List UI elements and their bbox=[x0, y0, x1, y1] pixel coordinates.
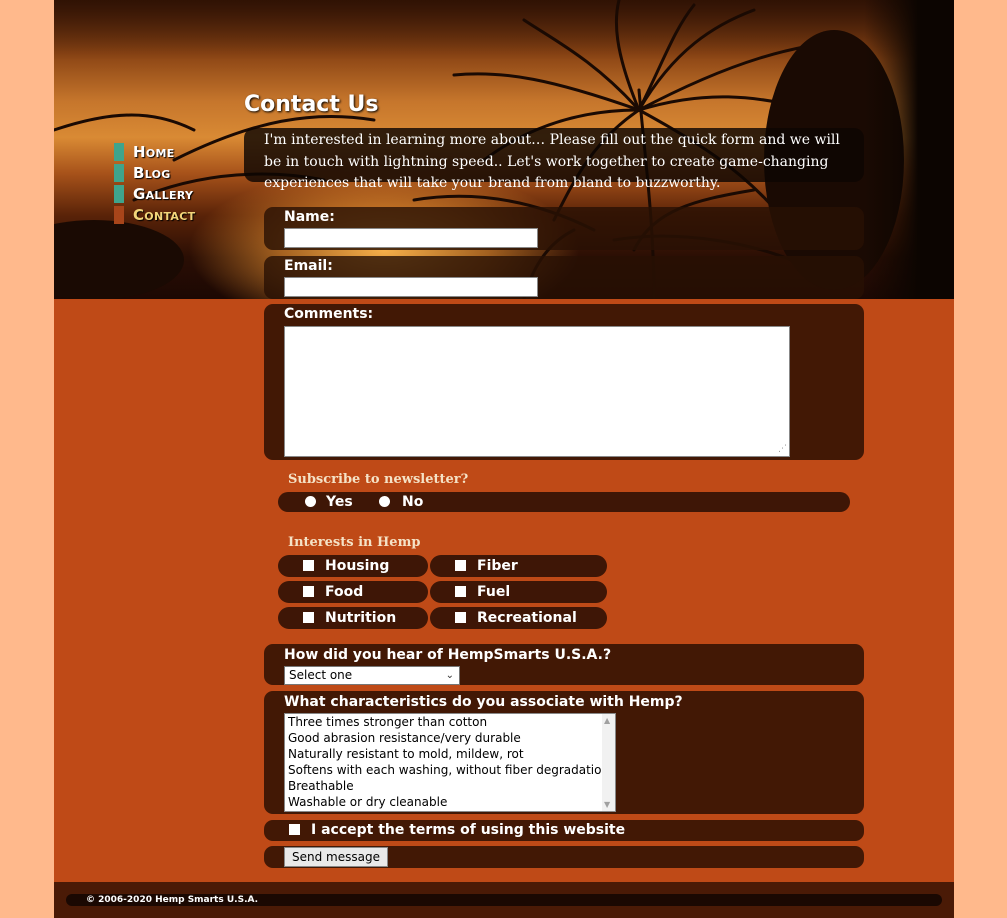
email-input[interactable] bbox=[284, 277, 538, 297]
main-navigation: Home Blog Gallery Contact bbox=[114, 143, 234, 227]
comments-field-group: Comments: ⋰ bbox=[264, 304, 864, 460]
interest-fiber-checkbox[interactable] bbox=[455, 560, 466, 571]
newsletter-yes-label: Yes bbox=[326, 494, 353, 510]
email-label: Email: bbox=[284, 258, 333, 274]
hear-label: How did you hear of HempSmarts U.S.A.? bbox=[284, 647, 612, 663]
email-field-group: Email: bbox=[264, 256, 864, 299]
interests-label: Interests in Hemp bbox=[288, 535, 421, 550]
nav-label: Contact bbox=[133, 206, 196, 224]
chevron-down-icon: ⌄ bbox=[445, 670, 454, 681]
list-item[interactable]: Naturally resistant to mold, mildew, rot bbox=[285, 746, 615, 762]
name-input[interactable] bbox=[284, 228, 538, 248]
nav-label: Gallery bbox=[133, 185, 194, 203]
nav-marker bbox=[114, 206, 124, 224]
newsletter-no-label: No bbox=[402, 494, 424, 510]
interest-fiber: Fiber bbox=[430, 555, 607, 577]
listbox-scrollbar[interactable]: ▲ ▼ bbox=[602, 714, 615, 811]
nav-item-contact[interactable]: Contact bbox=[114, 206, 234, 224]
interest-food-label: Food bbox=[325, 584, 364, 600]
nav-item-gallery[interactable]: Gallery bbox=[114, 185, 234, 203]
send-message-button[interactable]: Send message bbox=[284, 847, 388, 867]
submit-group: Send message bbox=[264, 846, 864, 868]
comments-label: Comments: bbox=[284, 306, 374, 322]
interest-fuel-checkbox[interactable] bbox=[455, 586, 466, 597]
list-item[interactable]: Softens with each washing, without fiber… bbox=[285, 762, 615, 778]
interest-food: Food bbox=[278, 581, 428, 603]
scroll-up-icon[interactable]: ▲ bbox=[604, 716, 610, 725]
newsletter-no-radio[interactable] bbox=[379, 496, 390, 507]
copyright-text: © 2006-2020 Hemp Smarts U.S.A. bbox=[86, 895, 259, 905]
characteristics-listbox[interactable]: Three times stronger than cotton Good ab… bbox=[284, 713, 616, 812]
name-field-group: Name: bbox=[264, 207, 864, 250]
interest-food-checkbox[interactable] bbox=[303, 586, 314, 597]
interest-recreational: Recreational bbox=[430, 607, 607, 629]
list-item[interactable]: Good abrasion resistance/very durable bbox=[285, 730, 615, 746]
nav-marker bbox=[114, 164, 124, 182]
terms-label: I accept the terms of using this website bbox=[311, 822, 626, 838]
list-item[interactable]: Three times stronger than cotton bbox=[285, 714, 615, 730]
characteristics-label: What characteristics do you associate wi… bbox=[284, 694, 683, 710]
scroll-down-icon[interactable]: ▼ bbox=[604, 800, 610, 809]
newsletter-yes-radio[interactable] bbox=[305, 496, 316, 507]
footer: © 2006-2020 Hemp Smarts U.S.A. bbox=[54, 882, 954, 918]
interest-recreational-label: Recreational bbox=[477, 610, 577, 626]
interest-nutrition-label: Nutrition bbox=[325, 610, 397, 626]
interest-recreational-checkbox[interactable] bbox=[455, 612, 466, 623]
interest-housing-label: Housing bbox=[325, 558, 390, 574]
newsletter-label: Subscribe to newsletter? bbox=[288, 472, 469, 487]
nav-marker bbox=[114, 143, 124, 161]
page-container: Home Blog Gallery Contact Contact Us I'm… bbox=[54, 0, 954, 918]
nav-marker bbox=[114, 185, 124, 203]
intro-text: I'm interested in learning more about… P… bbox=[244, 128, 864, 191]
nav-item-blog[interactable]: Blog bbox=[114, 164, 234, 182]
interest-fuel: Fuel bbox=[430, 581, 607, 603]
list-item[interactable]: Washable or dry cleanable bbox=[285, 794, 615, 810]
page-title: Contact Us bbox=[244, 92, 379, 117]
resize-grip-icon[interactable]: ⋰ bbox=[778, 444, 787, 454]
hear-select-value: Select one bbox=[289, 668, 353, 682]
terms-checkbox[interactable] bbox=[289, 824, 300, 835]
comments-textarea[interactable]: ⋰ bbox=[284, 326, 790, 457]
characteristics-field-group: What characteristics do you associate wi… bbox=[264, 691, 864, 814]
nav-label: Home bbox=[133, 143, 175, 161]
interest-nutrition-checkbox[interactable] bbox=[303, 612, 314, 623]
terms-field-group: I accept the terms of using this website bbox=[264, 820, 864, 841]
interest-housing-checkbox[interactable] bbox=[303, 560, 314, 571]
hear-field-group: How did you hear of HempSmarts U.S.A.? S… bbox=[264, 644, 864, 685]
interest-housing: Housing bbox=[278, 555, 428, 577]
hear-select[interactable]: Select one ⌄ bbox=[284, 666, 460, 685]
newsletter-options: Yes No bbox=[278, 492, 850, 512]
name-label: Name: bbox=[284, 209, 335, 225]
nav-item-home[interactable]: Home bbox=[114, 143, 234, 161]
interest-fuel-label: Fuel bbox=[477, 584, 511, 600]
interest-nutrition: Nutrition bbox=[278, 607, 428, 629]
list-item[interactable]: Breathable bbox=[285, 778, 615, 794]
nav-label: Blog bbox=[133, 164, 171, 182]
interest-fiber-label: Fiber bbox=[477, 558, 518, 574]
